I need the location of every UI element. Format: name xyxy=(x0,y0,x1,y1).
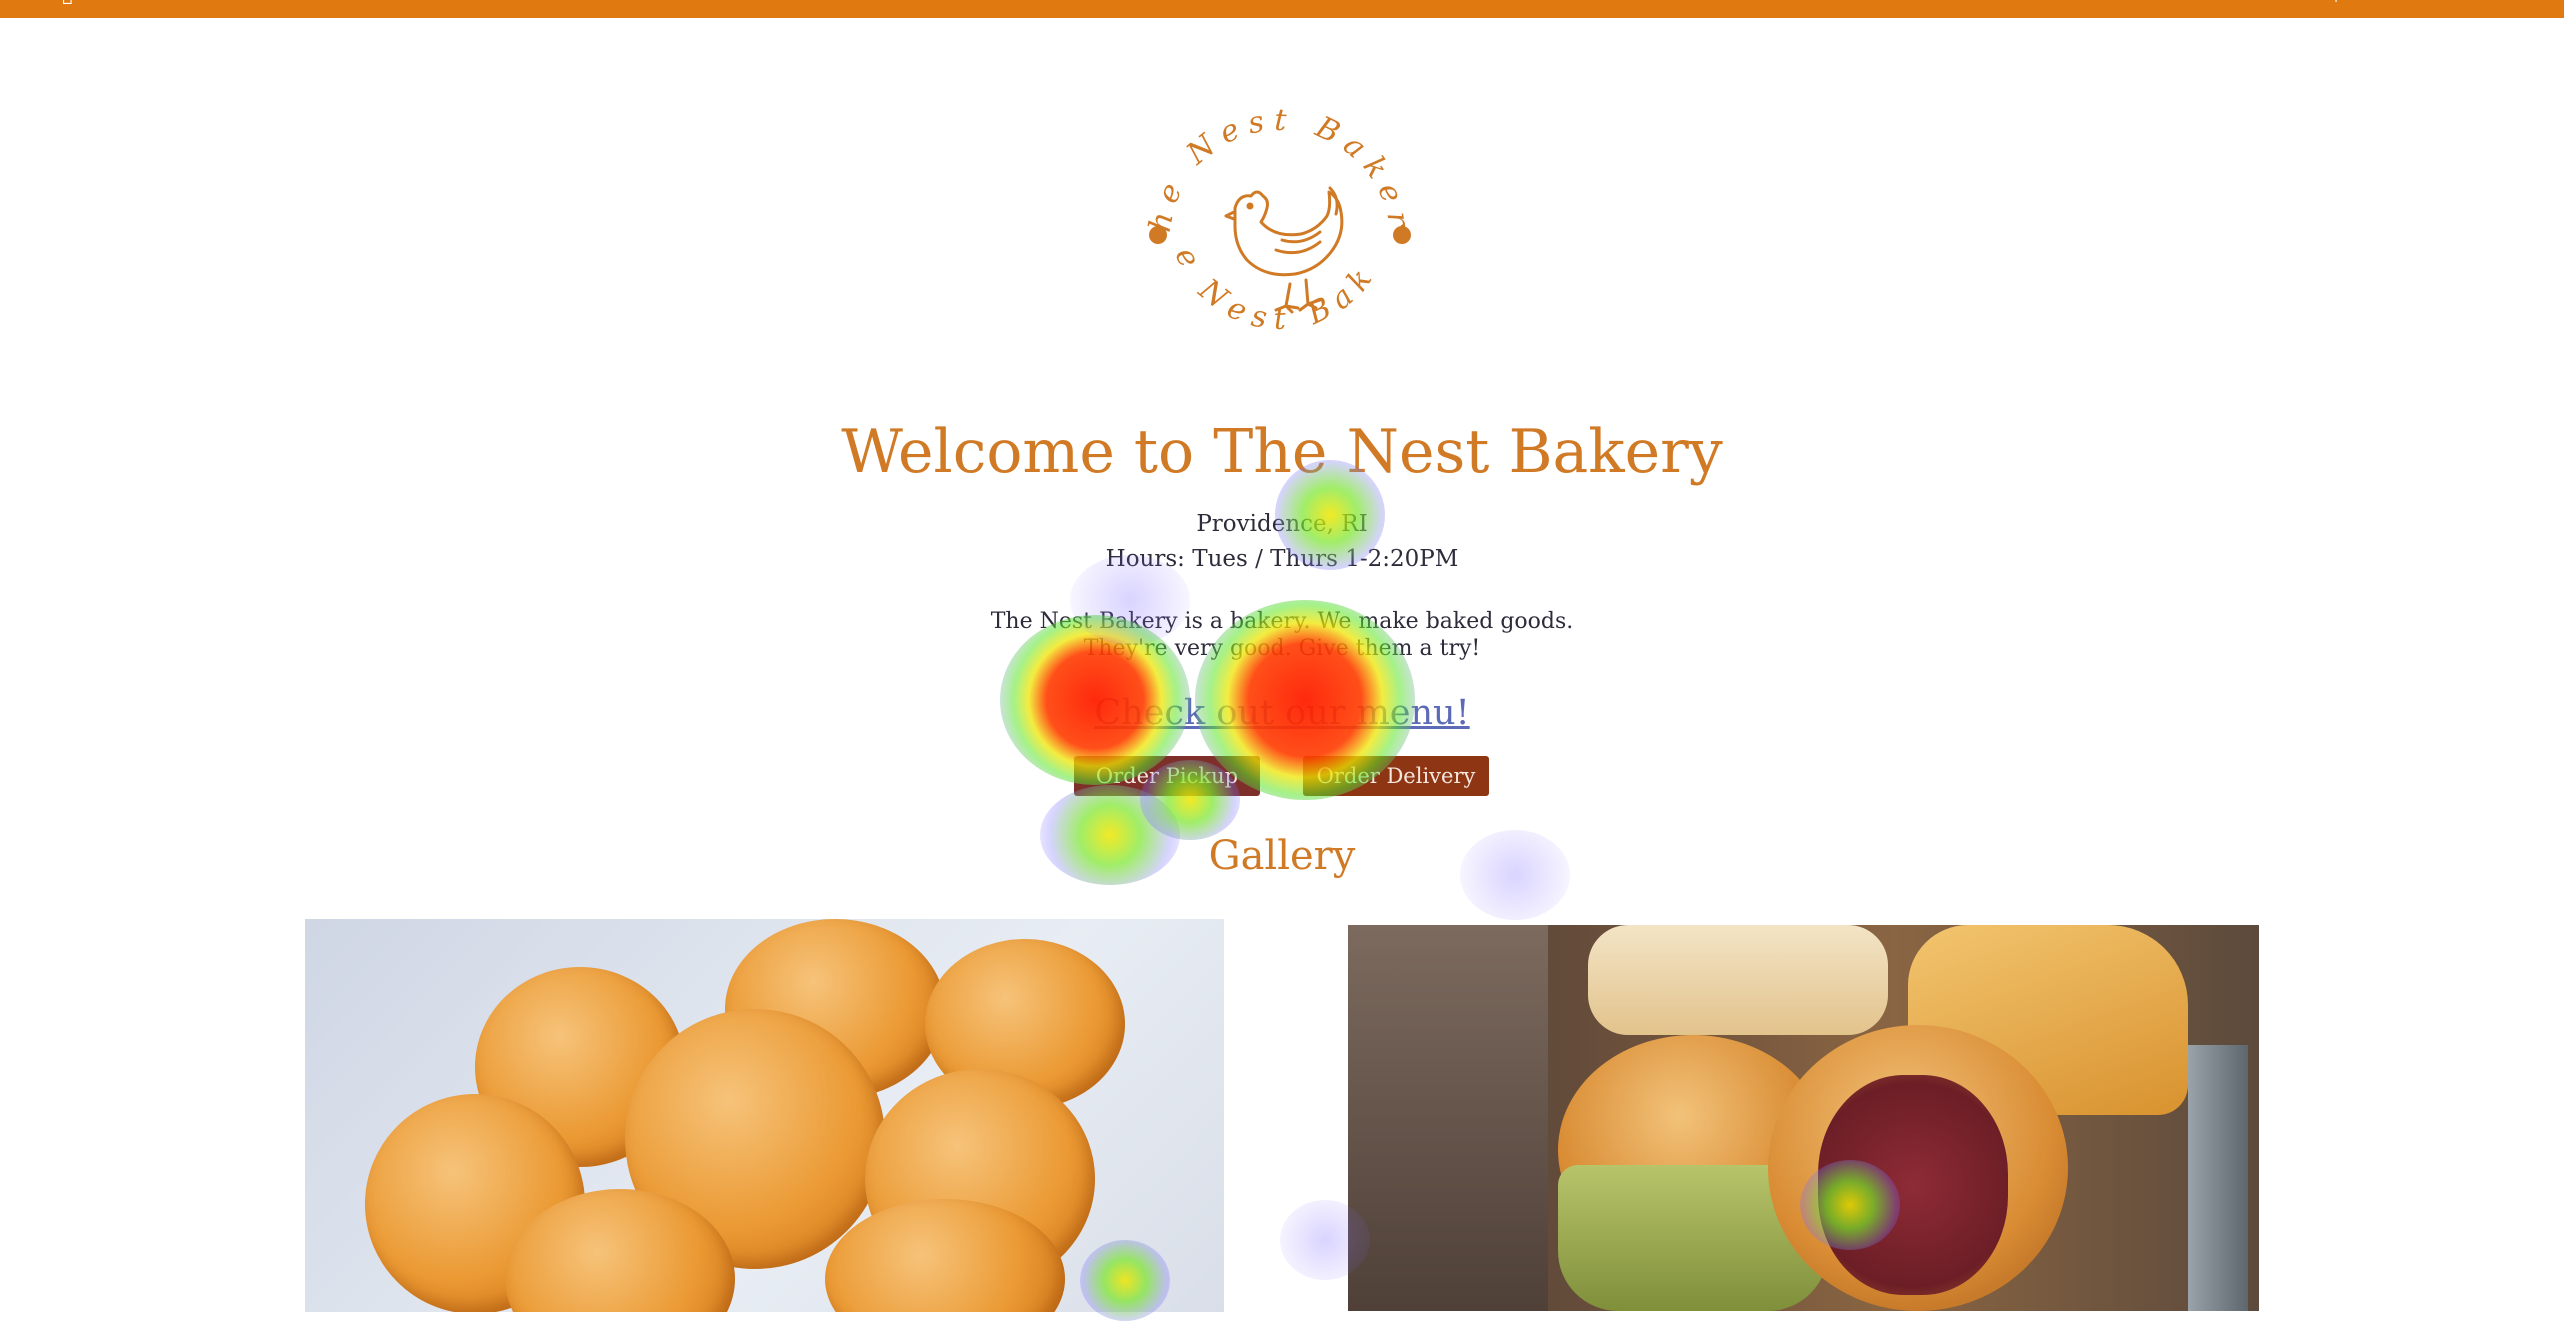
menu-link-container: Check out our menu! xyxy=(0,688,2564,738)
hours-text: Hours: Tues / Thurs 1-2:20PM xyxy=(1105,546,1459,572)
gallery-heading: Gallery xyxy=(1208,833,1356,879)
menu-link[interactable]: Check out our menu! xyxy=(1094,693,1469,733)
gallery-photo-pastries xyxy=(1348,925,2259,1311)
order-delivery-button[interactable]: Order Delivery xyxy=(1303,756,1489,796)
logo-top-text: The Nest Bakery xyxy=(1130,90,1408,238)
description-line-1: The Nest Bakery is a bakery. We make bak… xyxy=(990,609,1574,634)
page-title: Welcome to The Nest Bakery xyxy=(841,417,1723,487)
page: ⌂ ⌐ The Nest Bakery The Nest Bakery Welc… xyxy=(0,0,2564,1321)
description-line-2: They're very good. Give them a try! xyxy=(1083,636,1481,661)
top-nav-bar: ⌂ ⌐ xyxy=(0,0,2564,18)
cart-icon[interactable]: ⌐ xyxy=(2334,0,2354,8)
home-icon[interactable]: ⌂ xyxy=(62,0,100,8)
gallery-photo-sesame-balls xyxy=(305,919,1224,1312)
bakery-logo: The Nest Bakery The Nest Bakery xyxy=(1130,90,1417,337)
svg-text:The Nest Bakery: The Nest Bakery xyxy=(1130,90,1417,238)
description: The Nest Bakery is a bakery. We make bak… xyxy=(0,608,2564,662)
order-pickup-button[interactable]: Order Pickup xyxy=(1074,756,1260,796)
location-text: Providence, RI xyxy=(1196,511,1368,537)
